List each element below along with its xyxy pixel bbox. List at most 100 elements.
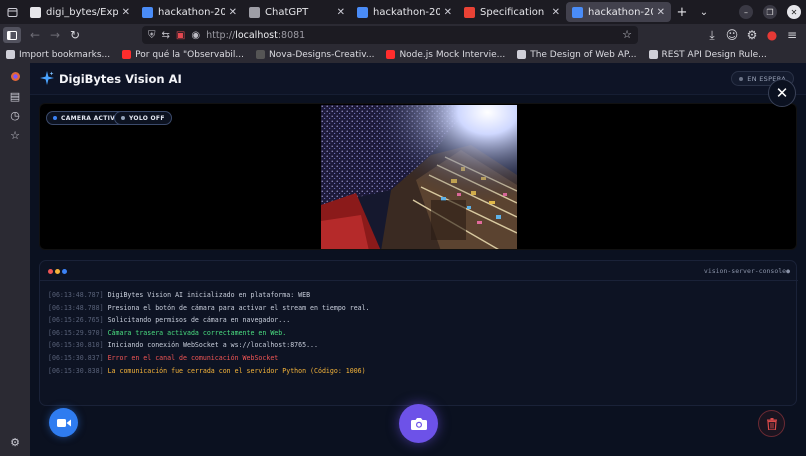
- camera-panel: CAMERA ACTIVE YOLO OFF: [39, 103, 797, 250]
- bookmark-item[interactable]: REST API Design Rule...: [648, 49, 767, 60]
- browser-tab[interactable]: hackathon-2026 ✕: [136, 2, 243, 22]
- browser-tab[interactable]: hackathon-2026 ✕: [351, 2, 458, 22]
- browser-nav-bar: ← → ↻ ⛨ ⇆ ▣ ◉ http://localhost:8081 ☆ ⤓ …: [0, 24, 806, 46]
- app-header: DigiBytes Vision AI EN ESPERA: [30, 63, 806, 95]
- browser-tab-bar: digi_bytes/ExpoInteg✕hackathon-2026✕Chat…: [0, 0, 806, 24]
- log-line: [06:15:29.970] Cámara trasera activada co…: [48, 327, 370, 340]
- forward-icon[interactable]: →: [45, 25, 65, 45]
- close-icon: ✕: [775, 84, 789, 102]
- delete-button[interactable]: [758, 410, 785, 437]
- browser-tab[interactable]: digi_bytes/ExpoInteg ✕: [24, 2, 136, 22]
- bookmark-star-icon[interactable]: ☆: [622, 28, 632, 41]
- console-red-dot: [48, 269, 53, 274]
- tab-title: hackathon-2026: [373, 6, 440, 18]
- browser-tab[interactable]: ChatGPT ✕: [243, 2, 351, 22]
- camera-badge-dot: [53, 116, 57, 120]
- close-overlay-button[interactable]: ✕: [768, 79, 796, 107]
- menu-icon[interactable]: ≡: [782, 25, 802, 45]
- console-header: vision-server-console●: [40, 261, 798, 281]
- tab-close-icon[interactable]: ✕: [657, 7, 665, 18]
- connection-icon[interactable]: ⇆: [162, 30, 170, 41]
- log-line: [06:13:48.788] Presiona el botón de cámar…: [48, 302, 370, 315]
- log-line: [06:15:30.838] La comunicación fue cerrad…: [48, 365, 370, 378]
- bookmark-favicon-icon: [6, 50, 15, 59]
- bookmark-favicon-icon: [386, 50, 396, 59]
- log-line: [06:15:30.810] Iniciando conexión WebSock…: [48, 339, 370, 352]
- bookmark-label: Por qué la "Observabil...: [135, 49, 245, 60]
- console-name: vision-server-console●: [703, 267, 790, 275]
- account-icon[interactable]: ☺: [722, 25, 742, 45]
- ai-chatbot-icon[interactable]: [9, 70, 21, 82]
- tracking-shield-icon[interactable]: ⛨: [148, 30, 156, 41]
- minimize-icon[interactable]: –: [739, 5, 753, 19]
- log-timestamp: [06:15:30.810]: [48, 341, 104, 350]
- tab-close-icon[interactable]: ✕: [337, 7, 345, 18]
- bookmark-item[interactable]: Node.js Mock Intervie...: [386, 50, 505, 60]
- new-tab-icon[interactable]: +: [671, 1, 693, 23]
- camera-icon: [410, 418, 427, 430]
- tab-close-icon[interactable]: ✕: [552, 7, 560, 18]
- bookmark-label: Nova-Designs-Creativ...: [269, 49, 375, 60]
- log-message: Error en el canal de comunicación WebSoc…: [107, 353, 279, 362]
- bookmark-item[interactable]: Import bookmarks...: [6, 50, 110, 60]
- maximize-icon[interactable]: ❐: [763, 5, 777, 19]
- tab-close-icon[interactable]: ✕: [122, 7, 130, 18]
- url-bar[interactable]: ⛨ ⇆ ▣ ◉ http://localhost:8081 ☆: [142, 26, 638, 44]
- record-video-button[interactable]: [49, 408, 78, 437]
- bookmark-favicon-icon: [122, 50, 132, 59]
- browser-tab[interactable]: hackathon-2026 ✕: [566, 2, 671, 22]
- tab-title: hackathon-2026: [588, 6, 653, 18]
- synced-tabs-icon[interactable]: ▤: [9, 90, 21, 103]
- downloads-icon[interactable]: ⤓: [702, 25, 722, 45]
- tab-close-icon[interactable]: ✕: [229, 7, 237, 18]
- tab-title: ChatGPT: [265, 6, 309, 18]
- back-icon[interactable]: ←: [25, 25, 45, 45]
- log-line: [06:15:30.837] Error en el canal de comun…: [48, 352, 370, 365]
- location-permission-icon[interactable]: ◉: [191, 30, 200, 41]
- tab-title: digi_bytes/ExpoInteg: [46, 6, 118, 18]
- tab-favicon-icon: [572, 6, 583, 18]
- url-prefix: http://: [206, 29, 236, 41]
- browser-tab[interactable]: Specification Feature ✕: [458, 2, 566, 22]
- window-close-icon[interactable]: ✕: [787, 5, 801, 19]
- camera-permission-icon[interactable]: ▣: [176, 30, 185, 41]
- tab-favicon-icon: [249, 6, 260, 18]
- yolo-badge-label: YOLO OFF: [129, 114, 165, 122]
- bookmarks-icon[interactable]: ☆: [9, 129, 21, 142]
- extension-red-icon[interactable]: ●: [762, 25, 782, 45]
- console-log: [06:13:48.787] DigiBytes Vision AI inicia…: [48, 289, 370, 377]
- server-console: vision-server-console● [06:13:48.787] Dig…: [39, 260, 798, 406]
- bookmark-label: Node.js Mock Intervie...: [399, 49, 506, 60]
- bookmark-item[interactable]: Nova-Designs-Creativ...: [256, 50, 374, 60]
- capture-photo-button[interactable]: [399, 404, 438, 443]
- console-blue-dot: [62, 269, 67, 274]
- bookmark-favicon-icon: [517, 50, 527, 59]
- log-timestamp: [06:13:48.787]: [48, 291, 104, 299]
- history-icon[interactable]: ◷: [9, 109, 21, 122]
- browser-sidebar: ▤ ◷ ☆ ⚙: [0, 63, 30, 456]
- log-message: La comunicación fue cerrada con el servi…: [107, 366, 366, 375]
- tab-close-icon[interactable]: ✕: [444, 7, 452, 18]
- bookmark-label: REST API Design Rule...: [661, 49, 767, 60]
- reload-icon[interactable]: ↻: [65, 25, 85, 45]
- bookmark-label: Import bookmarks...: [19, 49, 111, 60]
- sidebar-toggle-icon[interactable]: [3, 27, 21, 43]
- log-message: Presiona el botón de cámara para activar…: [107, 303, 370, 312]
- bookmark-item[interactable]: Por qué la "Observabil...: [122, 50, 244, 60]
- bookmarks-bar: Import bookmarks... Por qué la "Observabi…: [0, 46, 806, 63]
- camera-badge-label: CAMERA ACTIVE: [61, 114, 120, 122]
- tab-list-icon[interactable]: [0, 0, 24, 24]
- log-line: [06:15:26.765] Solicitando permisos de cá…: [48, 314, 370, 327]
- trash-icon: [766, 417, 777, 430]
- yolo-badge-dot: [121, 116, 125, 120]
- log-message: Iniciando conexión WebSocket a ws://loca…: [107, 341, 318, 350]
- extensions-icon[interactable]: ⚙: [742, 25, 762, 45]
- tab-title: Specification Feature: [480, 6, 548, 18]
- customize-sidebar-icon[interactable]: ⚙: [9, 436, 21, 449]
- bookmark-item[interactable]: The Design of Web AP...: [517, 50, 637, 60]
- tab-favicon-icon: [464, 6, 475, 18]
- video-camera-icon: [56, 418, 71, 427]
- list-all-tabs-icon[interactable]: ⌄: [693, 1, 715, 23]
- sparkle-logo-icon: [40, 71, 54, 85]
- tab-favicon-icon: [357, 6, 368, 18]
